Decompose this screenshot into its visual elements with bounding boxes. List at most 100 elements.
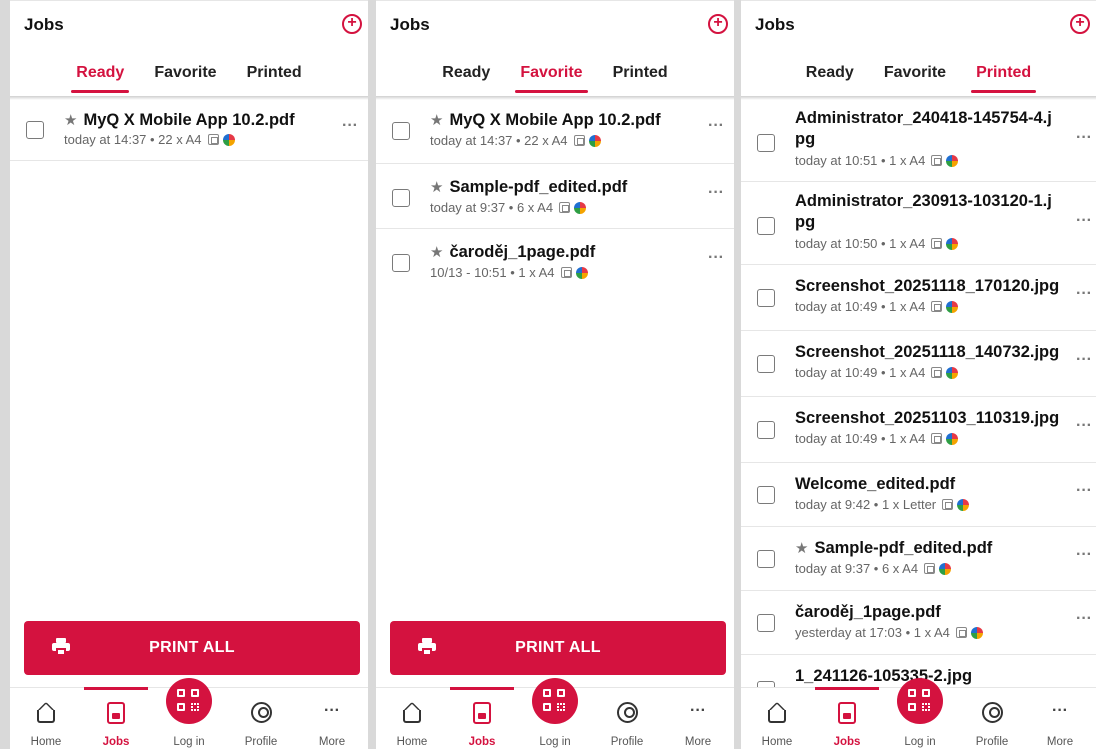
nav-more[interactable]: ··· More	[666, 688, 730, 749]
job-checkbox[interactable]	[757, 134, 775, 152]
tab-ready[interactable]: Ready	[61, 57, 139, 93]
job-more-button[interactable]: ···	[1076, 351, 1092, 369]
job-checkbox[interactable]	[757, 355, 775, 373]
job-more-button[interactable]: ···	[708, 184, 724, 202]
star-icon[interactable]: ★	[64, 112, 77, 129]
job-checkbox[interactable]	[392, 122, 410, 140]
job-name-text: Sample-pdf_edited.pdf	[814, 539, 993, 557]
job-checkbox[interactable]	[757, 289, 775, 307]
nav-profile[interactable]: Profile	[960, 688, 1024, 749]
job-meta: 10/13 - 10:51 • 1 x A4	[430, 265, 588, 280]
job-more-button[interactable]: ···	[708, 117, 724, 135]
nav-login[interactable]: Log in	[157, 678, 221, 749]
star-icon[interactable]: ★	[430, 112, 443, 129]
nav-home-label: Home	[761, 736, 793, 748]
app-header: Jobs + Ready Favorite Printed	[376, 1, 734, 100]
page-title: Jobs	[390, 15, 430, 34]
star-icon[interactable]: ★	[430, 179, 443, 196]
app-header: Jobs + Ready Favorite Printed	[10, 1, 368, 100]
add-job-button[interactable]: +	[708, 14, 728, 34]
job-more-button[interactable]: ···	[1076, 610, 1092, 628]
print-all-button[interactable]: PRINT ALL	[390, 621, 726, 675]
duplex-icon	[931, 433, 943, 444]
job-checkbox[interactable]	[392, 254, 410, 272]
nav-home[interactable]: Home	[745, 688, 809, 749]
job-more-button[interactable]: ···	[1076, 285, 1092, 303]
job-row[interactable]: čaroděj_1page.pdf yesterday at 17:03 • 1…	[741, 591, 1096, 655]
nav-jobs[interactable]: Jobs	[84, 687, 148, 749]
add-job-button[interactable]: +	[1070, 14, 1090, 34]
nav-jobs[interactable]: Jobs	[815, 687, 879, 749]
job-name: čaroděj_1page.pdf	[795, 603, 941, 621]
job-meta: today at 10:49 • 1 x A4	[795, 299, 959, 314]
job-row[interactable]: Welcome_edited.pdf today at 9:42 • 1 x L…	[741, 463, 1096, 527]
job-meta-text: today at 14:37 • 22 x A4	[64, 132, 202, 147]
job-more-button[interactable]: ···	[1076, 212, 1092, 230]
job-row[interactable]: Screenshot_20251118_170120.jpg today at …	[741, 265, 1096, 331]
job-row[interactable]: ★ MyQ X Mobile App 10.2.pdf today at 14:3…	[10, 99, 368, 161]
color-print-icon	[946, 432, 959, 445]
nav-login-label: Log in	[173, 736, 205, 748]
job-row[interactable]: Screenshot_20251118_140732.jpg today at …	[741, 331, 1096, 397]
tab-favorite[interactable]: Favorite	[139, 57, 231, 93]
nav-home-label: Home	[30, 736, 62, 748]
job-checkbox[interactable]	[757, 550, 775, 568]
tab-printed[interactable]: Printed	[961, 57, 1046, 93]
job-row[interactable]: Administrator_230913-103120-1.jpg today …	[741, 182, 1096, 265]
nav-home[interactable]: Home	[14, 688, 78, 749]
nav-more[interactable]: ··· More	[300, 688, 364, 749]
job-row[interactable]: ★ Sample-pdf_edited.pdf today at 9:37 • 6…	[376, 164, 734, 229]
star-icon[interactable]: ★	[430, 244, 443, 261]
nav-profile[interactable]: Profile	[229, 688, 293, 749]
job-meta: today at 9:37 • 6 x A4	[795, 561, 952, 576]
job-more-button[interactable]: ···	[1076, 482, 1092, 500]
job-row[interactable]: Administrator_240418-145754-4.jpg today …	[741, 99, 1096, 182]
job-name: Administrator_240418-145754-4.jpg	[795, 109, 1052, 148]
tab-favorite[interactable]: Favorite	[869, 57, 961, 93]
job-checkbox[interactable]	[757, 217, 775, 235]
nav-profile[interactable]: Profile	[595, 688, 659, 749]
nav-more[interactable]: ··· More	[1028, 688, 1092, 749]
job-meta: today at 14:37 • 22 x A4	[430, 133, 601, 148]
job-checkbox[interactable]	[757, 486, 775, 504]
nav-login[interactable]: Log in	[888, 678, 952, 749]
nav-jobs[interactable]: Jobs	[450, 687, 514, 749]
job-checkbox[interactable]	[26, 121, 44, 139]
job-name: ★ čaroděj_1page.pdf	[430, 242, 694, 263]
nav-more-label: More	[684, 736, 712, 748]
color-print-icon	[970, 626, 983, 639]
color-print-icon	[574, 201, 587, 214]
nav-home[interactable]: Home	[380, 688, 444, 749]
bottom-nav: Home Jobs Log in Profile ··· More	[741, 678, 1096, 749]
job-checkbox[interactable]	[392, 189, 410, 207]
print-all-button[interactable]: PRINT ALL	[24, 621, 360, 675]
tab-printed[interactable]: Printed	[598, 57, 683, 93]
tab-ready[interactable]: Ready	[427, 57, 505, 93]
bottom-nav: Home Jobs Log in Profile ··· More	[10, 678, 368, 749]
color-print-icon	[946, 154, 959, 167]
job-checkbox[interactable]	[757, 614, 775, 632]
job-row[interactable]: ★ čaroděj_1page.pdf 10/13 - 10:51 • 1 x A…	[376, 229, 734, 294]
nav-login[interactable]: Log in	[523, 678, 587, 749]
screen-printed: Jobs + Ready Favorite Printed Administra…	[741, 0, 1096, 749]
tab-favorite[interactable]: Favorite	[505, 57, 597, 93]
job-more-button[interactable]: ···	[342, 117, 358, 135]
jobs-icon	[107, 702, 125, 724]
job-more-button[interactable]: ···	[1076, 129, 1092, 147]
job-checkbox[interactable]	[757, 421, 775, 439]
job-more-button[interactable]: ···	[1076, 546, 1092, 564]
job-row[interactable]: Screenshot_20251103_110319.jpg today at …	[741, 397, 1096, 463]
add-job-button[interactable]: +	[342, 14, 362, 34]
job-meta-text: today at 10:49 • 1 x A4	[795, 299, 926, 314]
more-icon: ···	[690, 702, 706, 719]
tab-printed[interactable]: Printed	[232, 57, 317, 93]
tab-ready[interactable]: Ready	[791, 57, 869, 93]
star-icon[interactable]: ★	[795, 540, 808, 557]
job-meta-text: today at 10:49 • 1 x A4	[795, 365, 926, 380]
job-row[interactable]: ★ MyQ X Mobile App 10.2.pdf today at 14:3…	[376, 99, 734, 164]
duplex-icon	[931, 367, 943, 378]
job-row[interactable]: ★ Sample-pdf_edited.pdf today at 9:37 • 6…	[741, 527, 1096, 591]
job-meta-text: today at 9:42 • 1 x Letter	[795, 497, 937, 512]
job-more-button[interactable]: ···	[708, 249, 724, 267]
job-more-button[interactable]: ···	[1076, 417, 1092, 435]
